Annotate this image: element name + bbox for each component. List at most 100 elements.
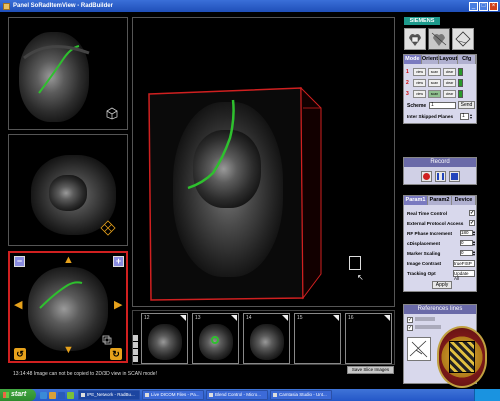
thumbnail-item[interactable]: 12 — [141, 313, 188, 364]
scan-button[interactable]: scan — [428, 89, 441, 98]
rotate-right-icon[interactable]: ↻ — [110, 348, 122, 360]
spinner-arrows-icon[interactable]: ▴ ▾ — [473, 240, 475, 247]
scan-mode-button[interactable] — [428, 28, 450, 50]
viewport-middle-left[interactable] — [8, 134, 128, 246]
save-slice-images-button[interactable]: Save Slice Images — [347, 366, 394, 374]
rf-phase-input[interactable]: 180 — [459, 230, 473, 236]
view-button[interactable]: view — [413, 89, 426, 98]
close-button[interactable]: × — [489, 1, 498, 11]
image-contrast-select[interactable]: trueFISP — [453, 259, 475, 267]
param-label: Marker Scaling — [407, 250, 441, 256]
spinner-arrows-icon[interactable]: ▴ ▾ — [470, 113, 475, 120]
reference-lines-icon — [409, 340, 428, 358]
mode-row-1: 1 view scan clear — [406, 67, 463, 76]
displacement-input[interactable]: 0 — [459, 240, 473, 246]
mouse-cursor-icon: ↖ — [357, 273, 364, 282]
clear-button[interactable]: clear — [443, 78, 456, 87]
param-displacement: cDisplacement 0 ▴ ▾ — [407, 239, 475, 247]
tab-mode[interactable]: Mode — [404, 55, 422, 64]
pause-button[interactable] — [435, 171, 446, 182]
slice-indicator — [458, 67, 463, 76]
taskbar-item-blend[interactable]: Blend Control - Micro... — [206, 390, 268, 400]
scroll-button[interactable] — [133, 335, 138, 341]
scan-button[interactable]: scan — [428, 78, 441, 87]
pan-right-arrow-icon[interactable]: ▶ — [114, 300, 122, 311]
record-button[interactable] — [421, 171, 432, 182]
marker-scaling-input[interactable]: 0 — [459, 250, 473, 256]
references-checkbox-1[interactable]: ✓ — [407, 317, 413, 323]
tab-layout[interactable]: Layout — [439, 55, 459, 64]
zoom-in-button[interactable]: + — [113, 256, 124, 267]
record-icon — [423, 173, 430, 180]
thumbnail-number: 16 — [348, 315, 354, 321]
cube-orientation-icon — [106, 107, 118, 120]
taskbar-item-radbuilder[interactable]: IPE_Network - RadBu... — [78, 390, 140, 400]
ie-icon[interactable] — [40, 391, 47, 399]
mode-row-3: 3 view scan clear — [406, 89, 463, 98]
param-rf-phase: RF Phase Increment 180 ▴ ▾ — [407, 229, 475, 237]
references-option-1 — [415, 317, 435, 321]
folder-icon[interactable] — [49, 391, 56, 399]
view-button[interactable]: view — [413, 67, 426, 76]
scroll-button[interactable] — [133, 342, 138, 348]
main-3d-viewport[interactable]: ↖ — [132, 17, 395, 307]
thumbnail-strip: 12 13 14 15 16 — [132, 310, 395, 365]
inter-skipped-planes-label: Inter Skipped Planes — [407, 114, 454, 119]
param-label: Tracking Opt — [407, 270, 436, 276]
pan-left-arrow-icon[interactable]: ◀ — [14, 300, 22, 311]
spinner-arrows-icon[interactable]: ▴ ▾ — [473, 230, 475, 237]
view-mode-button[interactable] — [404, 28, 426, 50]
tab-param1[interactable]: Param1 — [404, 196, 428, 205]
references-header: References lines — [404, 305, 476, 314]
pan-up-arrow-icon[interactable]: ▲ — [63, 255, 74, 266]
viewport-bottom-left-active[interactable]: − + ▲ ▼ ◀ ▶ ↺ ↻ — [8, 251, 128, 363]
references-checkbox-2[interactable]: ✓ — [407, 325, 413, 331]
plane-mode-button[interactable] — [452, 28, 474, 50]
stop-button[interactable] — [449, 171, 460, 182]
apply-button[interactable]: Apply — [432, 281, 452, 289]
thumbnail-item[interactable]: 15 — [294, 313, 341, 364]
scan-button[interactable]: scan — [428, 67, 441, 76]
inter-skipped-input[interactable]: 1 — [460, 113, 469, 120]
tracking-opt-select[interactable]: Update All — [453, 269, 475, 281]
thumbnail-number: 13 — [195, 315, 201, 321]
zoom-out-button[interactable]: − — [14, 256, 25, 267]
tab-device[interactable]: Device — [452, 196, 476, 205]
frame-indicator-icon — [349, 256, 361, 270]
app-icon[interactable] — [67, 391, 74, 399]
thumbnail-item[interactable]: 16 — [345, 313, 392, 364]
tab-param2[interactable]: Param2 — [428, 196, 452, 205]
tab-orient[interactable]: Orient — [421, 55, 440, 64]
real-time-control-checkbox[interactable]: ✓ — [469, 210, 475, 216]
clear-button[interactable]: clear — [443, 89, 456, 98]
param-image-contrast: Image Contrast trueFISP — [407, 259, 475, 267]
rotate-left-icon[interactable]: ↺ — [14, 348, 26, 360]
references-preview — [407, 337, 431, 361]
scheme-input[interactable]: 1 — [429, 102, 456, 109]
minimize-button[interactable]: _ — [469, 1, 478, 11]
external-protocol-checkbox[interactable]: ✓ — [469, 220, 475, 226]
thumbnail-item[interactable]: 14 — [243, 313, 290, 364]
heart-scan-icon — [431, 32, 447, 46]
corner-marker-icon — [282, 315, 288, 321]
tab-cfg[interactable]: Cfg — [458, 55, 476, 64]
scroll-button[interactable] — [133, 356, 138, 362]
scroll-button[interactable] — [133, 349, 138, 355]
desktop-icon[interactable] — [58, 391, 65, 399]
pan-down-arrow-icon[interactable]: ▼ — [63, 345, 74, 356]
spinner-arrows-icon[interactable]: ▴ ▾ — [473, 250, 475, 257]
taskbar-item-dicom[interactable]: Live DICOM Files - Pa... — [142, 390, 204, 400]
taskbar-item-camtasia[interactable]: Camtasia Studio - Unt... — [270, 390, 332, 400]
viewport-top-left[interactable] — [8, 17, 128, 130]
thumbnail-item[interactable]: 13 — [192, 313, 239, 364]
plane-icon — [455, 31, 471, 47]
start-button[interactable]: start — [0, 389, 36, 401]
clear-button[interactable]: clear — [443, 67, 456, 76]
send-button[interactable]: Send — [458, 101, 475, 109]
mode-row-number: 1 — [406, 68, 409, 75]
stop-icon — [451, 173, 458, 180]
marker-ring — [211, 336, 219, 344]
mode-row-number: 3 — [406, 90, 409, 97]
view-button[interactable]: view — [413, 78, 426, 87]
maximize-button[interactable]: □ — [479, 1, 488, 11]
